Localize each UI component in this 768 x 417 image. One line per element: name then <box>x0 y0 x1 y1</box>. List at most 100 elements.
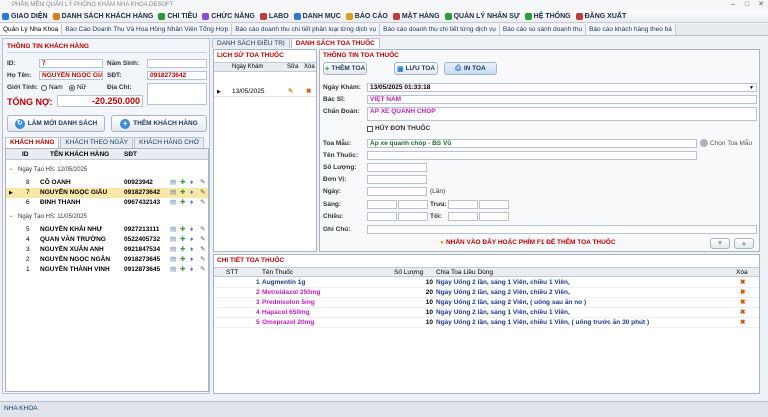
add-customer-button[interactable]: + THÊM KHÁCH HÀNG <box>111 115 207 132</box>
edit-icon[interactable]: ✎ <box>200 235 205 245</box>
table-row[interactable]: ▶ 7 NGUYỄN NGỌC GIÀU 0918273642 ▤ ✚ ♦ ✎ <box>6 188 208 198</box>
menu-item-4[interactable]: LABO <box>259 12 289 20</box>
days-field[interactable] <box>367 187 427 196</box>
menu-item-2[interactable]: CHI TIÊU <box>158 12 197 20</box>
add-prescription-button[interactable]: + THÊM TOA <box>323 62 367 75</box>
group-header[interactable]: − Ngày Tạo HS: 12/05/2025 <box>6 165 208 175</box>
noon-field[interactable] <box>448 200 478 209</box>
doctor-field[interactable]: VIỆT NAM <box>367 95 757 104</box>
refresh-list-button[interactable]: ↻ LÀM MỚI DANH SÁCH <box>7 115 105 132</box>
table-row[interactable]: 2 NGUYỄN NGỌC NGÂN 0918273645 ▤ ✚ ♦ ✎ <box>6 255 208 265</box>
delete-icon[interactable]: ✖ <box>740 298 745 308</box>
maximize-icon[interactable]: □ <box>740 0 754 10</box>
night-unit-field[interactable] <box>479 212 509 221</box>
table-row[interactable]: 5 NGUYỄN KHẢI NHƯ 0927213111 ▤ ✚ ♦ ✎ <box>6 225 208 235</box>
tab-1[interactable]: Báo Cáo Doanh Thu Và Hoa Hồng Nhân Viên … <box>62 24 233 35</box>
card-icon[interactable]: ▤ <box>170 225 176 235</box>
add-icon[interactable]: ✚ <box>180 198 185 208</box>
close-icon[interactable]: ✕ <box>754 0 768 10</box>
edit-icon[interactable]: ✎ <box>200 255 205 265</box>
menu-item-10[interactable]: ĐĂNG XUẤT <box>575 12 626 20</box>
menu-item-9[interactable]: HỆ THỐNG <box>524 12 571 20</box>
unit-field[interactable] <box>367 175 427 184</box>
save-prescription-button[interactable]: ▣ LƯU TOA <box>394 62 438 75</box>
edit-icon[interactable]: ✎ <box>200 188 205 198</box>
tooth-icon[interactable]: ♦ <box>190 255 193 265</box>
gender-female-radio[interactable]: Nữ <box>69 84 86 91</box>
menu-item-6[interactable]: BÁO CÁO <box>345 12 388 20</box>
detail-row[interactable]: 4 Hapacol 650mg 10 Ngày Uống 2 lần, sáng 1 … <box>214 308 759 318</box>
delete-icon[interactable]: ✖ <box>306 87 311 97</box>
table-row[interactable]: 3 NGUYỄN XUÂN ANH 0921847534 ▤ ✚ ♦ ✎ <box>6 245 208 255</box>
tooth-icon[interactable]: ♦ <box>190 188 193 198</box>
table-row[interactable]: 1 NGUYỄN THÀNH VINH 0912873645 ▤ ✚ ♦ ✎ <box>6 265 208 275</box>
add-icon[interactable]: ✚ <box>180 235 185 245</box>
move-down-button[interactable]: ▼ <box>710 238 730 249</box>
edit-icon[interactable]: ✎ <box>200 245 205 255</box>
delete-icon[interactable]: ✖ <box>740 288 745 298</box>
menu-item-7[interactable]: MẶT HÀNG <box>392 12 440 20</box>
customer-tab-0[interactable]: KHÁCH HÀNG <box>5 137 60 148</box>
diagnosis-field[interactable]: ÁP XE QUANH CHÓP <box>367 107 757 121</box>
collapse-icon[interactable]: − <box>9 212 13 222</box>
tooth-icon[interactable]: ♦ <box>190 225 193 235</box>
tooth-icon[interactable]: ♦ <box>190 178 193 188</box>
card-icon[interactable]: ▤ <box>170 178 176 188</box>
table-row[interactable]: 4 QUAN VĂN TRƯỜNG 0522405732 ▤ ✚ ♦ ✎ <box>6 235 208 245</box>
add-icon[interactable]: ✚ <box>180 255 185 265</box>
menu-item-8[interactable]: QUẢN LÝ NHÂN SỰ <box>444 12 520 20</box>
add-prescription-hint[interactable]: ● NHẤN VÀO ĐÂY HOẶC PHÍM F1 ĐỂ THÊM TOA … <box>440 239 616 246</box>
morning-field[interactable] <box>367 200 397 209</box>
menu-item-5[interactable]: DANH MỤC <box>293 12 341 20</box>
delete-icon[interactable]: ✖ <box>740 318 745 328</box>
print-prescription-button[interactable]: ⎙ IN TOA <box>444 62 497 75</box>
detail-row[interactable]: 2 Metroidazol 250mg 20 Ngày Uống 2 lần, sán… <box>214 288 759 298</box>
collapse-icon[interactable]: − <box>9 165 13 175</box>
add-icon[interactable]: ✚ <box>180 178 185 188</box>
group-header[interactable]: − Ngày Tạo HS: 11/05/2025 <box>6 212 208 222</box>
tooth-icon[interactable]: ♦ <box>190 245 193 255</box>
add-icon[interactable]: ✚ <box>180 225 185 235</box>
choose-template-button[interactable]: Chọn Toa Mẫu <box>700 139 752 147</box>
table-row[interactable]: 8 CÔ OANH 00923942 ▤ ✚ ♦ ✎ <box>6 178 208 188</box>
card-icon[interactable]: ▤ <box>170 198 176 208</box>
menu-item-3[interactable]: CHỨC NĂNG <box>202 12 255 20</box>
minimize-icon[interactable]: – <box>726 0 740 10</box>
gender-male-radio[interactable]: Nam <box>41 84 63 91</box>
exam-date-field[interactable]: 13/05/2025 01:33:18 ▼ <box>367 83 757 92</box>
cancel-prescription-checkbox[interactable]: HỦY ĐƠN THUỐC <box>367 125 430 132</box>
card-icon[interactable]: ▤ <box>170 245 176 255</box>
tooth-icon[interactable]: ♦ <box>190 235 193 245</box>
menu-item-0[interactable]: GIAO DIỆN <box>2 12 48 20</box>
menu-item-1[interactable]: DANH SÁCH KHÁCH HÀNG <box>52 12 153 20</box>
tab-2[interactable]: Báo cáo doanh thu chi tiết phân loại từn… <box>232 24 381 35</box>
tab-0[interactable]: Quản Lý Nha Khoa <box>0 24 63 35</box>
edit-icon[interactable]: ✎ <box>200 198 205 208</box>
quantity-field[interactable] <box>367 163 427 172</box>
main-tab-0[interactable]: DANH SÁCH ĐIỀU TRỊ <box>212 38 290 48</box>
customer-tab-1[interactable]: KHÁCH THEO NGÀY <box>60 137 134 148</box>
add-icon[interactable]: ✚ <box>180 245 185 255</box>
edit-icon[interactable]: ✎ <box>200 225 205 235</box>
history-row[interactable]: ▶ 13/05/2025 ✎ ✖ <box>214 87 316 97</box>
main-tab-1[interactable]: DANH SÁCH TOA THUỐC <box>290 38 380 48</box>
edit-icon[interactable]: ✎ <box>288 87 293 97</box>
card-icon[interactable]: ▤ <box>170 265 176 275</box>
card-icon[interactable]: ▤ <box>170 255 176 265</box>
move-up-button[interactable]: ▲ <box>734 238 754 249</box>
note-field[interactable] <box>367 225 757 234</box>
tab-5[interactable]: Báo cáo khách hàng theo bá <box>586 24 676 35</box>
night-field[interactable] <box>448 212 478 221</box>
afternoon-field[interactable] <box>367 212 397 221</box>
tooth-icon[interactable]: ♦ <box>190 265 193 275</box>
add-icon[interactable]: ✚ <box>180 265 185 275</box>
name-field[interactable]: NGUYỄN NGỌC GIÀU <box>39 71 103 80</box>
card-icon[interactable]: ▤ <box>170 235 176 245</box>
card-icon[interactable]: ▤ <box>170 188 176 198</box>
tooth-icon[interactable]: ♦ <box>190 198 193 208</box>
edit-icon[interactable]: ✎ <box>200 178 205 188</box>
address-field[interactable] <box>147 83 207 105</box>
delete-icon[interactable]: ✖ <box>740 308 745 318</box>
drug-name-field[interactable] <box>367 151 697 160</box>
delete-icon[interactable]: ✖ <box>740 278 745 288</box>
